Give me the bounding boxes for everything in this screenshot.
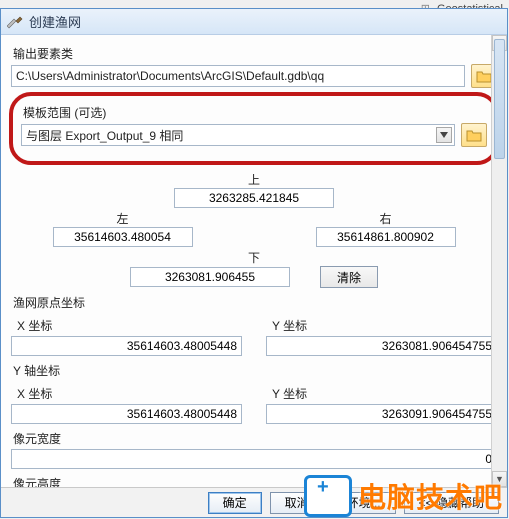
cell-height-label: 像元高度 [13,475,497,487]
scroll-thumb[interactable] [494,39,505,159]
yaxis-x-label: X 坐标 [17,385,242,402]
dialog-window: 创建渔网 输出要素类 模板范围 (可选) 与图层 Export_Output_9… [0,8,508,518]
content-area: 输出要素类 模板范围 (可选) 与图层 Export_Output_9 相同 [1,35,507,487]
extent-left-input[interactable] [53,227,193,247]
chevron-down-icon[interactable] [436,127,452,143]
output-path-input[interactable] [11,65,465,87]
yaxis-section-label: Y 轴坐标 [13,362,497,379]
button-bar: 确定 取消 环境... << 隐藏帮助 [1,487,507,517]
clear-extent-button[interactable]: 清除 [320,266,378,288]
origin-x-label: X 坐标 [17,317,242,334]
origin-y-input[interactable] [266,336,497,356]
vertical-scrollbar[interactable]: ▲ ▼ [491,35,507,487]
origin-x-input[interactable] [11,336,242,356]
extent-right-input[interactable] [316,227,456,247]
cell-height-section: 像元高度 [11,475,497,487]
template-extent-label: 模板范围 (可选) [23,104,487,121]
yaxis-x-input[interactable] [11,404,242,424]
cell-width-input[interactable] [11,449,497,469]
cell-width-label: 像元宽度 [13,430,497,447]
hide-help-button[interactable]: << 隐藏帮助 [404,492,499,514]
scroll-down-icon[interactable]: ▼ [492,471,507,487]
origin-section-label: 渔网原点坐标 [13,294,497,311]
extent-top-input[interactable] [174,188,334,208]
extent-right-label: 右 [274,210,497,227]
extent-section: 上 左 右 下 清除 [11,171,497,288]
highlighted-template-section: 模板范围 (可选) 与图层 Export_Output_9 相同 [9,92,499,165]
origin-section: 渔网原点坐标 X 坐标 Y 坐标 [11,294,497,356]
cancel-button[interactable]: 取消 [270,492,324,514]
origin-y-label: Y 坐标 [272,317,497,334]
window-title: 创建渔网 [29,12,81,31]
yaxis-section: Y 轴坐标 X 坐标 Y 坐标 [11,362,497,424]
extent-left-label: 左 [11,210,234,227]
browse-template-button[interactable] [461,123,487,147]
template-extent-combo[interactable]: 与图层 Export_Output_9 相同 [21,124,455,146]
extent-top-label: 上 [11,171,497,188]
environments-button[interactable]: 环境... [332,492,396,514]
output-label: 输出要素类 [13,45,497,62]
titlebar[interactable]: 创建渔网 [1,9,507,35]
ok-button[interactable]: 确定 [208,492,262,514]
extent-bottom-input[interactable] [130,267,290,287]
extent-bottom-label: 下 [11,249,497,266]
tool-icon [7,14,23,30]
cell-width-section: 像元宽度 [11,430,497,469]
yaxis-y-input[interactable] [266,404,497,424]
template-extent-value: 与图层 Export_Output_9 相同 [26,129,183,143]
yaxis-y-label: Y 坐标 [272,385,497,402]
